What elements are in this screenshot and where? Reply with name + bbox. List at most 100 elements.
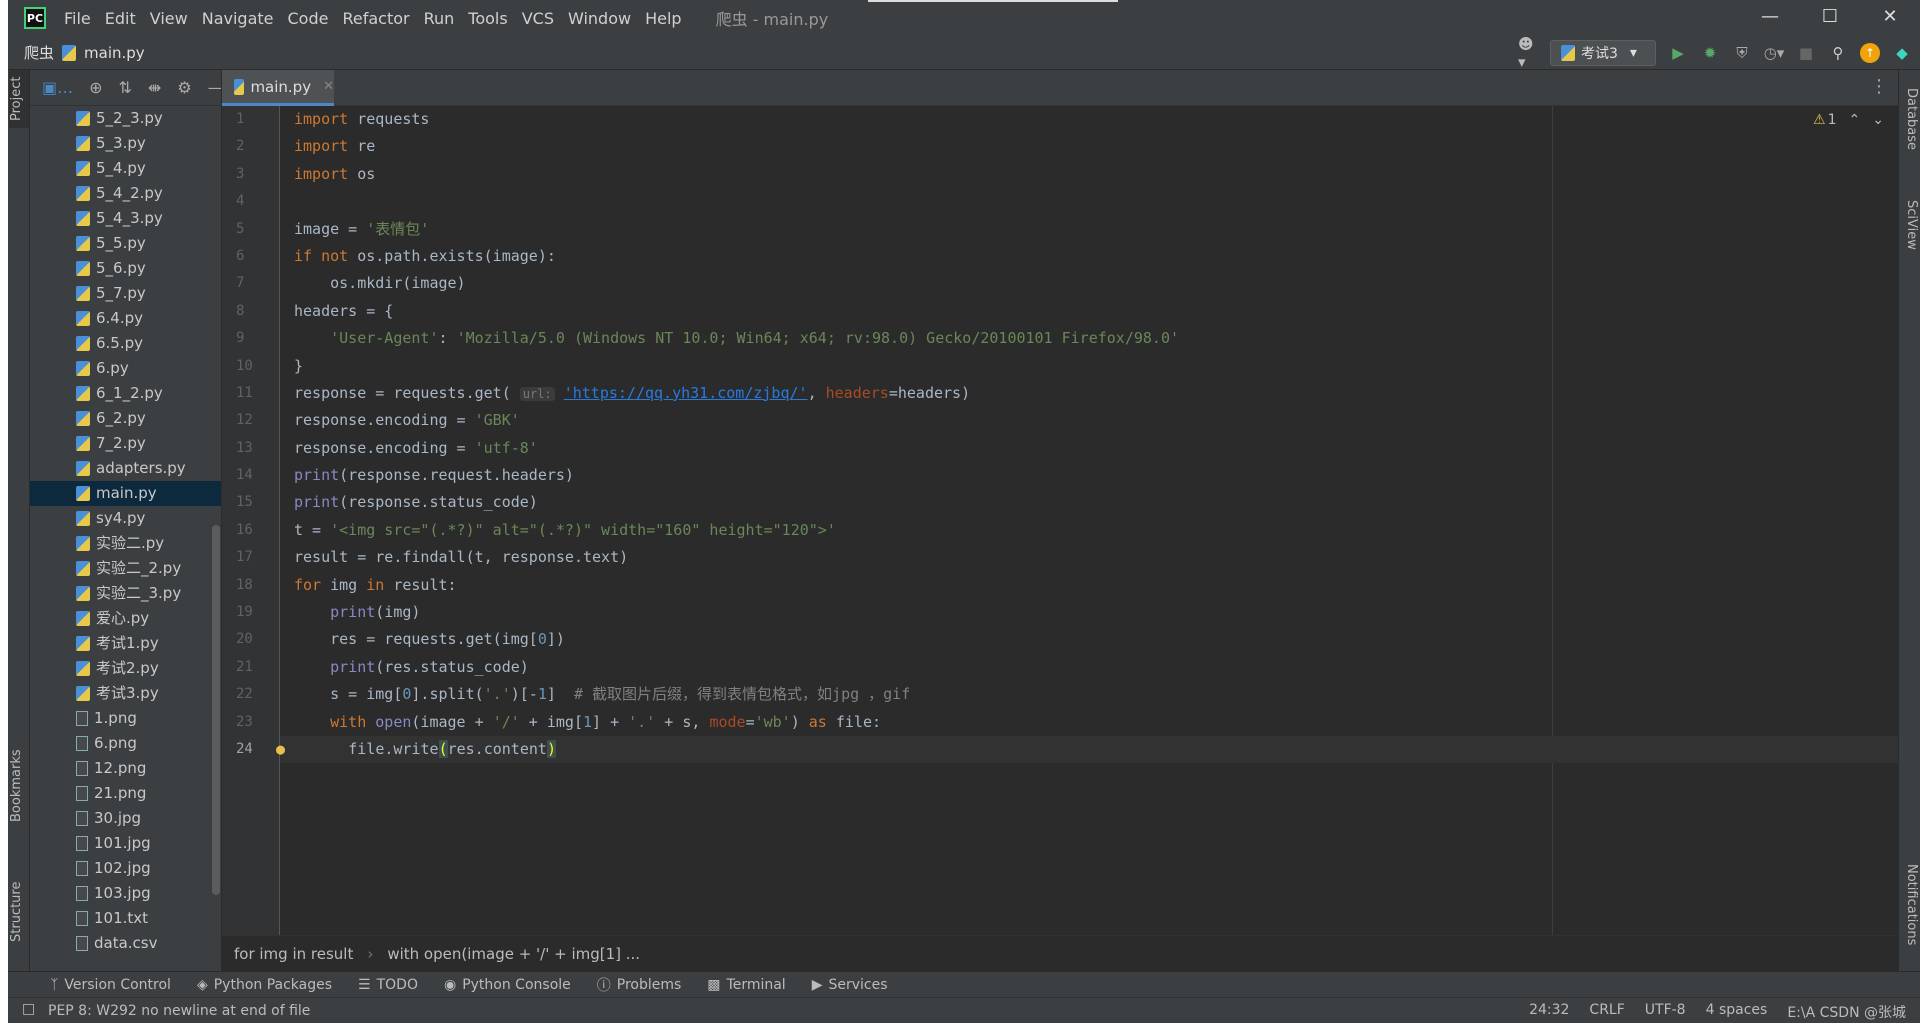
tree-item[interactable]: 考试1.py [30,631,221,656]
terminal-button[interactable]: ▩ Terminal [707,977,785,993]
python-file-icon [76,686,90,701]
tab-close-icon[interactable]: ✕ [323,79,334,94]
project-scrollbar[interactable] [212,525,220,895]
tree-item[interactable]: sy4.py [30,506,221,531]
menu-tools[interactable]: Tools [468,9,507,28]
tree-item[interactable]: 实验二_3.py [30,581,221,606]
code-editor[interactable]: 1 2 3 4 5 6 7 8 9 10 11 12 13 14 15 16 17 18 19 20 21 22 23 24 … [222,106,1898,935]
python-file-icon [62,44,77,61]
jetbrains-icon[interactable]: ◆ [1892,43,1912,63]
breadcrumb-with-open[interactable]: with open(image + '/' + img[1] ... [387,945,640,963]
maximize-icon[interactable]: ☐ [1800,0,1860,36]
menu-file[interactable]: File [64,9,91,28]
tree-item[interactable]: 7_2.py [30,431,221,456]
url-link[interactable]: 'https://qq.yh31.com/zjbq/' [564,384,808,402]
menu-vcs[interactable]: VCS [522,9,554,28]
search-icon[interactable]: ⚲ [1828,43,1848,63]
tree-item[interactable]: 实验二_2.py [30,556,221,581]
structure-tool-tab[interactable]: Structure [9,872,29,952]
tree-item[interactable]: 实验二.py [30,531,221,556]
tree-item[interactable]: 12.png [30,756,221,781]
menu-navigate[interactable]: Navigate [202,9,274,28]
lightbulb-icon[interactable]: ● [276,740,285,758]
menu-window[interactable]: Window [568,9,631,28]
coverage-icon[interactable]: ⛨ [1732,43,1752,63]
tree-item-selected[interactable]: main.py [30,481,221,506]
minimize-icon[interactable]: — [1740,0,1800,36]
python-console-button[interactable]: ◉ Python Console [444,977,571,993]
todo-button[interactable]: ☰ TODO [358,977,418,993]
nav-file[interactable]: main.py [84,44,145,62]
chevron-down-icon[interactable]: ⌄ [1872,112,1884,128]
tree-item[interactable]: 5_4_3.py [30,206,221,231]
project-tool-tab[interactable]: Project [9,70,29,128]
locate-icon[interactable]: ⊕ [89,78,102,97]
stop-icon[interactable]: ■ [1796,43,1816,63]
tree-item[interactable]: 5_3.py [30,131,221,156]
nav-project[interactable]: 爬虫 [24,42,54,63]
tree-item[interactable]: 6.png [30,731,221,756]
collapse-all-icon[interactable]: ⇼ [148,78,161,97]
tree-item[interactable]: 考试3.py [30,681,221,706]
bookmarks-tool-tab[interactable]: Bookmarks [9,746,29,826]
tree-item[interactable]: 考试2.py [30,656,221,681]
tree-item[interactable]: 爱心.py [30,606,221,631]
tree-item[interactable]: 6.py [30,356,221,381]
run-icon[interactable]: ▶ [1668,43,1688,63]
inspection-widget[interactable]: ⚠ 1 ⌃ ⌄ [1813,112,1884,128]
tree-item[interactable]: 5_4.py [30,156,221,181]
tree-item[interactable]: 101.jpg [30,831,221,856]
interpreter-path[interactable]: E:\A CSDN @张城 [1787,1002,1906,1022]
tree-item[interactable]: data.csv [30,931,221,956]
tree-item[interactable]: 5_4_2.py [30,181,221,206]
tab-main-py[interactable]: main.py ✕ [222,70,334,106]
tree-item[interactable]: 103.jpg [30,881,221,906]
tree-item[interactable]: 5_2_3.py [30,106,221,131]
tree-item[interactable]: 5_5.py [30,231,221,256]
gear-icon[interactable]: ⚙ [177,78,191,97]
menu-help[interactable]: Help [645,9,681,28]
tree-item[interactable]: adapters.py [30,456,221,481]
profile-icon[interactable]: ◷▾ [1764,43,1785,63]
tree-item[interactable]: 6_1_2.py [30,381,221,406]
more-vertical-icon[interactable]: ⋮ [1870,76,1888,97]
tree-item[interactable]: 101.txt [30,906,221,931]
layout-icon[interactable]: □ [22,1001,35,1017]
caret-position[interactable]: 24:32 [1529,1002,1569,1022]
sciview-tool-tab[interactable]: SciView [1899,180,1919,270]
services-button[interactable]: ▶ Services [812,977,888,993]
menu-refactor[interactable]: Refactor [342,9,409,28]
hide-icon[interactable]: — [208,78,221,97]
version-control-button[interactable]: ᛉ Version Control [50,977,171,993]
indent-setting[interactable]: 4 spaces [1706,1002,1768,1022]
tree-item[interactable]: 6.5.py [30,331,221,356]
tree-item[interactable]: 30.jpg [30,806,221,831]
user-icon[interactable]: ☻▾ [1518,35,1538,71]
chevron-up-icon[interactable]: ⌃ [1849,112,1861,128]
menu-code[interactable]: Code [288,9,329,28]
tree-item[interactable]: 1.png [30,706,221,731]
tree-item[interactable]: 5_6.py [30,256,221,281]
database-tool-tab[interactable]: Database [1899,74,1919,164]
menu-run[interactable]: Run [424,9,455,28]
update-icon[interactable]: ↑ [1860,43,1880,63]
problems-button[interactable]: ⓘ Problems [597,975,682,995]
debug-icon[interactable]: ✹ [1700,43,1720,63]
code-area[interactable]: import requests import re import os imag… [276,106,1898,935]
project-view-icon[interactable]: ▣… [42,78,73,97]
tree-item[interactable]: 6.4.py [30,306,221,331]
breadcrumb-for-loop[interactable]: for img in result [234,945,353,963]
python-packages-button[interactable]: ◈ Python Packages [197,977,332,993]
notifications-tool-tab[interactable]: Notifications [1899,850,1919,960]
tree-item[interactable]: 5_7.py [30,281,221,306]
file-encoding[interactable]: UTF-8 [1645,1002,1686,1022]
close-icon[interactable]: ✕ [1860,0,1920,36]
menu-view[interactable]: View [150,9,188,28]
line-separator[interactable]: CRLF [1589,1002,1624,1022]
expand-all-icon[interactable]: ⇅ [119,78,132,97]
run-config-select[interactable]: 考试3 ▾ [1550,40,1656,66]
menu-edit[interactable]: Edit [105,9,136,28]
tree-item[interactable]: 102.jpg [30,856,221,881]
tree-item[interactable]: 21.png [30,781,221,806]
tree-item[interactable]: 6_2.py [30,406,221,431]
